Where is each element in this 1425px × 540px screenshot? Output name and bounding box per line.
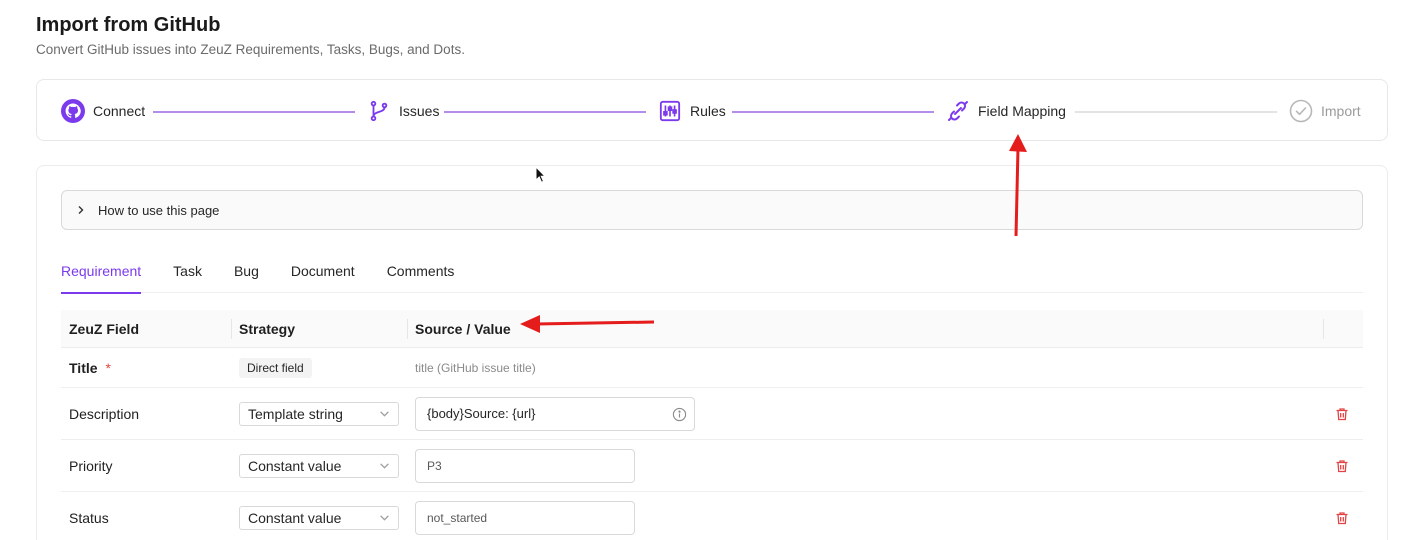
column-divider	[1323, 319, 1324, 339]
strategy-cell: Direct field	[239, 348, 312, 387]
delete-row-button[interactable]	[1335, 459, 1349, 473]
step-connector	[444, 111, 646, 113]
template-value: {body}Source: {url}	[427, 406, 536, 421]
field-mapping-panel: How to use this page Requirement Task Bu…	[36, 165, 1388, 540]
strategy-value: Constant value	[248, 509, 342, 526]
delete-row-button[interactable]	[1335, 511, 1349, 525]
check-circle-icon	[1289, 99, 1313, 123]
chevron-down-icon	[379, 458, 390, 474]
info-icon[interactable]	[672, 407, 687, 425]
mapping-table: ZeuZ Field Strategy Source / Value Title…	[61, 310, 1363, 540]
table-header: ZeuZ Field Strategy Source / Value	[61, 310, 1363, 348]
step-field-mapping[interactable]: Field Mapping	[946, 80, 1066, 142]
page-title: Import from GitHub	[36, 14, 221, 36]
source-hint: title (GitHub issue title)	[415, 360, 536, 375]
source-cell: P3	[415, 440, 635, 491]
link-icon	[946, 99, 970, 123]
step-connector	[1075, 111, 1277, 113]
strategy-cell: Constant value	[239, 440, 399, 491]
strategy-cell: Constant value	[239, 492, 399, 540]
chevron-right-icon	[76, 203, 86, 218]
table-row: Title * Direct field title (GitHub issue …	[61, 348, 1363, 388]
column-source-value: Source / Value	[415, 321, 511, 337]
page-subtitle: Convert GitHub issues into ZeuZ Requirem…	[36, 42, 465, 57]
strategy-value: Template string	[248, 405, 343, 422]
source-cell: {body}Source: {url}	[415, 388, 695, 439]
mouse-cursor-icon	[535, 165, 547, 189]
trash-icon	[1336, 407, 1348, 420]
field-name: Priority	[69, 457, 113, 474]
strategy-select[interactable]: Constant value	[239, 453, 399, 478]
step-label: Field Mapping	[978, 103, 1066, 119]
constant-input[interactable]: not_started	[415, 500, 635, 535]
field-name: Status	[69, 509, 109, 526]
step-connector	[153, 111, 355, 113]
how-to-use-label: How to use this page	[98, 202, 220, 218]
column-zeuz-field: ZeuZ Field	[69, 321, 139, 337]
field-name: Description	[69, 405, 140, 422]
how-to-use-collapse[interactable]: How to use this page	[61, 190, 1363, 230]
step-import[interactable]: Import	[1289, 80, 1361, 142]
source-cell: title (GitHub issue title)	[415, 348, 536, 387]
tab-bug[interactable]: Bug	[234, 254, 259, 293]
step-label: Issues	[399, 103, 440, 119]
column-strategy: Strategy	[239, 321, 296, 337]
tab-requirement[interactable]: Requirement	[61, 254, 142, 294]
github-icon	[61, 99, 85, 123]
sliders-icon	[658, 99, 682, 123]
strategy-select[interactable]: Template string	[239, 401, 399, 426]
strategy-select[interactable]: Constant value	[239, 505, 399, 530]
entity-tabs: Requirement Task Bug Document Comments	[61, 254, 1363, 294]
branch-icon	[367, 99, 391, 123]
tab-task[interactable]: Task	[173, 254, 202, 293]
chevron-down-icon	[379, 406, 390, 422]
table-row: Status Constant value not_started	[61, 492, 1363, 540]
tab-comments[interactable]: Comments	[387, 254, 455, 293]
table-row: Description Template string {body}Source…	[61, 388, 1363, 440]
strategy-cell: Template string	[239, 388, 399, 439]
table-row: Priority Constant value P3	[61, 440, 1363, 492]
constant-input[interactable]: P3	[415, 448, 635, 483]
source-cell: not_started	[415, 492, 635, 540]
column-divider	[407, 319, 408, 339]
step-connector	[732, 111, 934, 113]
step-label: Connect	[93, 103, 146, 119]
tab-document[interactable]: Document	[291, 254, 355, 293]
import-stepper: Connect Issues Rules Field Mapping Impor…	[36, 79, 1388, 141]
step-label: Rules	[690, 103, 726, 119]
trash-icon	[1336, 459, 1348, 472]
column-divider	[231, 319, 232, 339]
step-rules[interactable]: Rules	[658, 80, 726, 142]
delete-row-button[interactable]	[1335, 407, 1349, 421]
constant-value: not_started	[427, 510, 488, 525]
step-connect[interactable]: Connect	[61, 80, 145, 142]
step-label: Import	[1321, 103, 1361, 119]
chevron-down-icon	[379, 510, 390, 526]
strategy-value: Constant value	[248, 457, 342, 474]
constant-value: P3	[427, 458, 442, 473]
field-name: Title *	[69, 359, 111, 376]
delete-cell	[1335, 492, 1349, 540]
delete-cell	[1335, 388, 1349, 439]
step-issues[interactable]: Issues	[367, 80, 439, 142]
delete-cell	[1335, 440, 1349, 491]
required-marker: *	[105, 359, 111, 376]
trash-icon	[1336, 511, 1348, 524]
strategy-tag: Direct field	[239, 357, 312, 378]
template-input[interactable]: {body}Source: {url}	[415, 396, 695, 431]
